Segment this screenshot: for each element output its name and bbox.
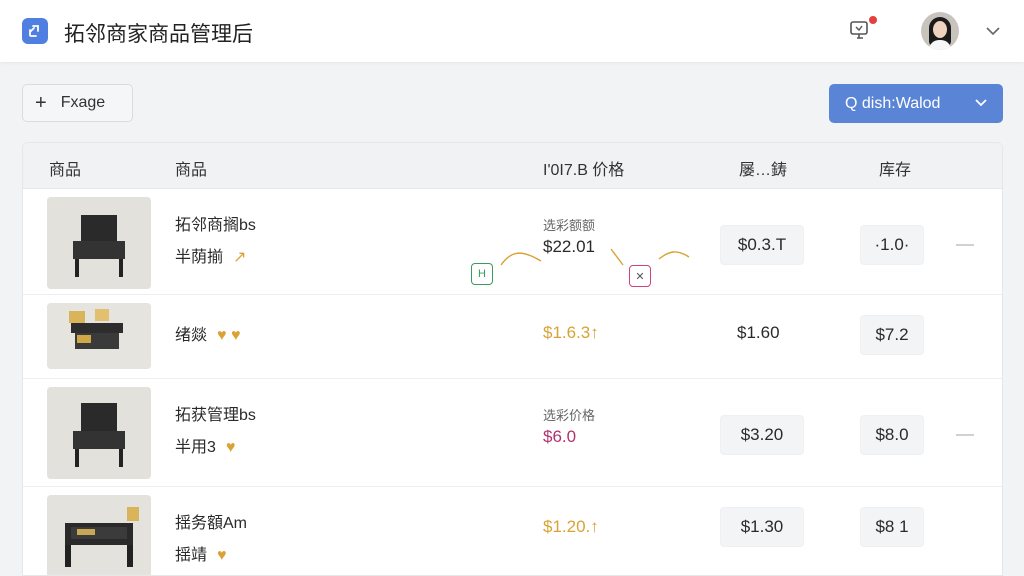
plus-icon: + — [35, 92, 47, 114]
row-menu-dash[interactable] — [956, 244, 974, 246]
price-value: $1.20.↑ — [543, 517, 599, 536]
column-header[interactable]: 屡…鋳 — [739, 156, 787, 180]
price-label: 选彩价格 — [543, 408, 596, 423]
filter-dropdown[interactable]: Q dish:Walod — [829, 84, 1003, 123]
price-value: $6.0 — [543, 427, 577, 446]
filter-label: Q dish:Walod — [845, 94, 941, 112]
value-cell[interactable]: $0.3.T — [720, 225, 804, 265]
chevron-down-icon[interactable] — [984, 22, 1002, 40]
h-icon[interactable]: H — [471, 263, 493, 285]
table-row[interactable]: 拓邻商搁bs 半荫揃 ↗ 选彩额额 $22.01 $0.3.T ·1.0· H ✕ — [23, 189, 1002, 295]
stock-cell[interactable]: ·1.0· — [860, 225, 924, 265]
price-label: 选彩额额 — [543, 218, 596, 233]
product-name: 拓邻商搁bs — [175, 217, 256, 234]
column-header[interactable]: 商品 — [175, 156, 207, 180]
product-thumbnail — [47, 197, 151, 289]
notification-dot — [869, 16, 877, 24]
product-name: 揺务額Am — [175, 515, 248, 532]
column-header[interactable]: I'0I7.B 价格 — [543, 156, 624, 180]
product-name: 绪燚 ♥ ♥ — [175, 327, 241, 344]
stock-cell[interactable]: $7.2 — [860, 315, 924, 355]
app-title: 拓邻商家商品管理后 — [64, 22, 253, 46]
product-thumbnail — [47, 495, 151, 575]
column-header[interactable]: 商品 — [49, 156, 81, 180]
stock-cell[interactable]: $8.0 — [860, 415, 924, 455]
table-row[interactable]: 拓获管理bs 半用3 ♥ 选彩价格 $6.0 $3.20 $8.0 — [23, 379, 1002, 487]
product-thumbnail — [47, 303, 151, 369]
product-thumbnail — [47, 387, 151, 479]
table-row[interactable]: 绪燚 ♥ ♥ $1.6.3↑ $1.60 $7.2 — [23, 295, 1002, 379]
add-button-label: Fxage — [60, 94, 106, 111]
trend-arrows-icon — [500, 248, 690, 266]
top-bar: 拓邻商家商品管理后 — [0, 0, 1024, 62]
column-header[interactable]: 库存 — [879, 156, 911, 180]
product-subtitle: 半荫揃 ↗ — [175, 249, 247, 266]
product-subtitle: 半用3 ♥ — [175, 439, 236, 456]
stock-cell[interactable]: $8 1 — [860, 507, 924, 547]
chevron-down-icon — [973, 95, 989, 116]
row-menu-dash[interactable] — [956, 434, 974, 436]
link-icon[interactable] — [22, 18, 48, 44]
price-value: $1.6.3↑ — [543, 323, 599, 342]
value-cell[interactable]: $3.20 — [720, 415, 804, 455]
value-cell[interactable]: $1.30 — [720, 507, 804, 547]
value-cell[interactable]: $1.60 — [737, 323, 780, 343]
add-button[interactable]: + Fxage — [22, 84, 133, 122]
product-table: 商品 商品 I'0I7.B 价格 屡…鋳 库存 拓邻商搁bs 半荫揃 ↗ 选彩额额… — [22, 142, 1003, 576]
table-header: 商品 商品 I'0I7.B 价格 屡…鋳 库存 — [23, 143, 1002, 189]
product-subtitle: 揺靖 ♥ — [175, 547, 227, 564]
table-row[interactable]: 揺务額Am 揺靖 ♥ $1.20.↑ $1.30 $8 1 — [23, 487, 1002, 575]
user-avatar[interactable] — [921, 12, 959, 50]
product-name: 拓获管理bs — [175, 407, 256, 424]
